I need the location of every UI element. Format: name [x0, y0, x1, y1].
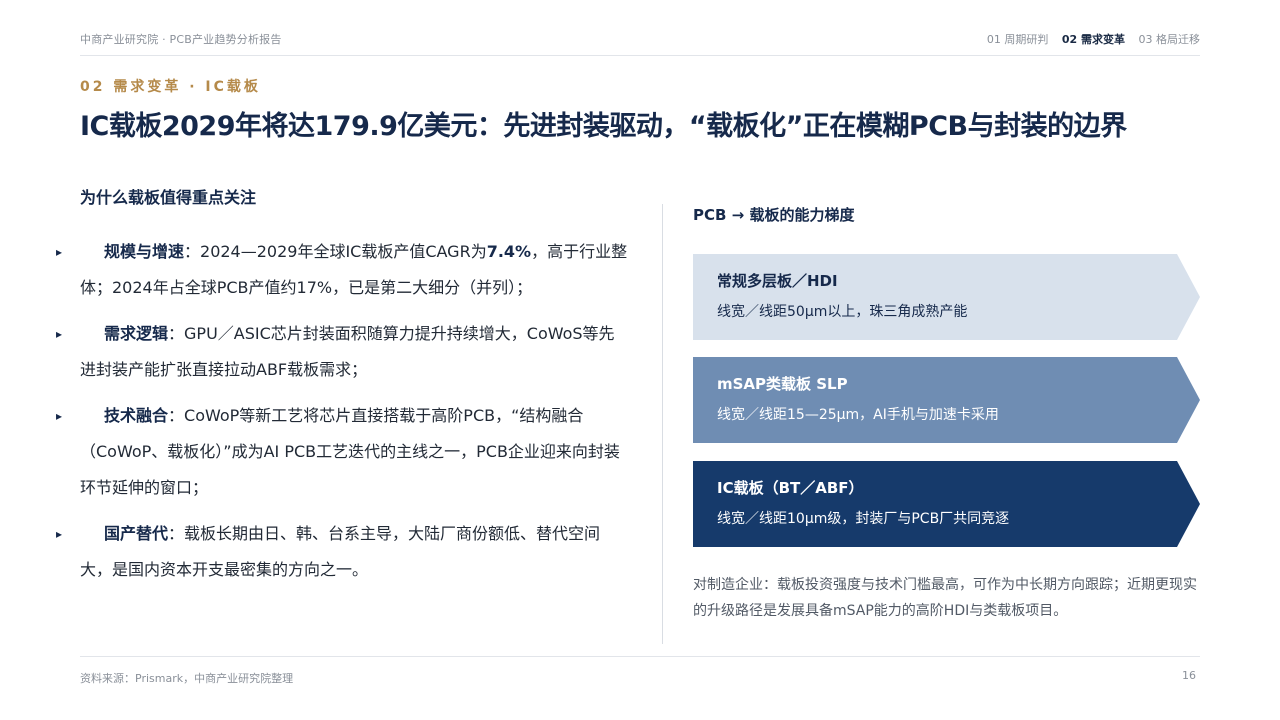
tier-desc: 线宽／线距50μm以上，珠三角成熟产能: [717, 304, 968, 320]
bullet-domestic: ▸ 国产替代：载板长期由日、韩、台系主导，大陆厂商份额低、替代空间大，是国内资本开…: [56, 516, 630, 588]
top-bar: 中商产业研究院 · PCB产业趋势分析报告 01 周期研判 02 需求变革 03…: [80, 28, 1200, 56]
bullet-tech: ▸ 技术融合：CoWoP等新工艺将芯片直接搭载于高阶PCB，“结构融合（CoWoP…: [56, 398, 630, 506]
page-number: 16: [1182, 669, 1196, 682]
triangle-right-icon: ▸: [56, 527, 63, 541]
left-column: 为什么载板值得重点关注 ▸ 规模与增速：2024—2029年全球IC载板产值CAG…: [56, 184, 630, 598]
bullet-key: 需求逻辑: [104, 324, 169, 343]
bullet-key: 规模与增速: [104, 242, 185, 261]
bullet-scale: ▸ 规模与增速：2024—2029年全球IC载板产值CAGR为7.4%，高于行业整…: [56, 234, 630, 306]
triangle-right-icon: ▸: [56, 245, 63, 259]
nav-item-cycle[interactable]: 01 周期研判: [987, 33, 1049, 46]
tier-desc: 线宽／线距15—25μm，AI手机与加速卡采用: [717, 407, 999, 423]
page-title: IC载板2029年将达179.9亿美元：先进封装驱动，“载板化”正在模糊PCB与…: [80, 111, 1127, 142]
tier-name: mSAP类载板 SLP: [717, 375, 848, 393]
tier-conventional: 常规多层板／HDI 线宽／线距50μm以上，珠三角成熟产能: [693, 254, 1200, 340]
bullet-key: 国产替代: [104, 524, 169, 543]
tier-name: 常规多层板／HDI: [717, 272, 838, 290]
right-note: 对制造企业：载板投资强度与技术门槛最高，可作为中长期方向跟踪；近期更现实的升级路…: [693, 577, 1197, 619]
column-divider: [662, 204, 663, 644]
nav-item-landscape[interactable]: 03 格局迁移: [1139, 33, 1201, 46]
section-nav: 01 周期研判 02 需求变革 03 格局迁移: [977, 31, 1200, 47]
source-note: 资料来源：Prismark，中商产业研究院整理: [80, 672, 294, 685]
tier-name: IC载板（BT／ABF）: [717, 479, 864, 497]
triangle-right-icon: ▸: [56, 327, 63, 341]
triangle-right-icon: ▸: [56, 409, 63, 423]
report-org: 中商产业研究院 · PCB产业趋势分析报告: [80, 33, 282, 46]
section-tag: 02 需求变革 · IC载板: [80, 79, 261, 95]
left-heading: 为什么载板值得重点关注: [80, 188, 257, 207]
right-column: PCB → 载板的能力梯度 常规多层板／HDI 线宽／线距50μm以上，珠三角成…: [693, 204, 1200, 619]
tier-slp: mSAP类载板 SLP 线宽／线距15—25μm，AI手机与加速卡采用: [693, 357, 1200, 443]
bullet-highlight: 7.4%: [486, 242, 532, 261]
bullet-list: ▸ 规模与增速：2024—2029年全球IC载板产值CAGR为7.4%，高于行业整…: [56, 234, 630, 588]
tier-desc: 线宽／线距10μm级，封装厂与PCB厂共同竞逐: [717, 511, 1010, 527]
bullet-text: ：2024—2029年全球IC载板产值CAGR为: [184, 242, 487, 261]
footer-divider: [80, 656, 1200, 657]
tier-ic-substrate: IC载板（BT／ABF） 线宽／线距10μm级，封装厂与PCB厂共同竞逐: [693, 461, 1200, 547]
bullet-key: 技术融合: [104, 406, 169, 425]
nav-item-demand[interactable]: 02 需求变革: [1062, 33, 1125, 46]
bullet-demand: ▸ 需求逻辑：GPU／ASIC芯片封装面积随算力提升持续增大，CoWoS等先进封装…: [56, 316, 630, 388]
right-heading: PCB → 载板的能力梯度: [693, 206, 855, 224]
